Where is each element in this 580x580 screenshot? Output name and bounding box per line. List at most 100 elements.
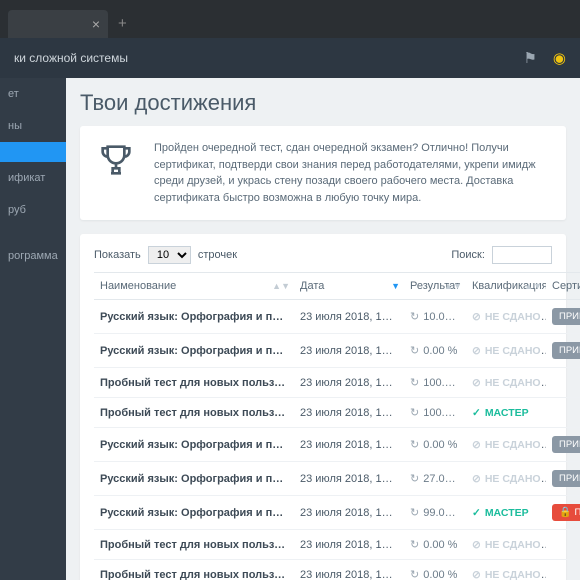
cell-cert: ПРИМЕН — [546, 300, 580, 334]
sort-icon: ▲▼ — [272, 281, 290, 291]
forbid-icon: ⊘ — [472, 345, 481, 357]
cell-qual: ⊘НЕ СДАНО — [466, 300, 546, 334]
apply-button[interactable]: ПРИМЕН — [552, 308, 580, 325]
cell-cert — [546, 560, 580, 580]
forbid-icon: ⊘ — [472, 473, 481, 485]
sidebar-item-4[interactable]: руб — [0, 194, 66, 226]
sidebar-item-5[interactable]: рограмма — [0, 240, 66, 272]
sidebar-item-2[interactable] — [0, 142, 66, 162]
sidebar-item-3[interactable]: ификат — [0, 162, 66, 194]
cell-cert — [546, 368, 580, 398]
table-row: Русский язык: Орфография и пунктуация23 … — [94, 428, 580, 462]
apply-button[interactable]: ПРИМЕН — [552, 342, 580, 359]
cell-result: ↻0.00 % — [404, 428, 466, 462]
sidebar-item-1[interactable]: ны — [0, 110, 66, 142]
cell-date: 23 июля 2018, 10:56 — [294, 560, 404, 580]
cell-result: ↻100.00 % — [404, 398, 466, 428]
cell-date: 23 июля 2018, 19:30 — [294, 300, 404, 334]
table-row: Русский язык: Орфография и пунктуация23 … — [94, 496, 580, 530]
cell-result: ↻99.00 % — [404, 496, 466, 530]
cell-qual: ✓МАСТЕР — [466, 496, 546, 530]
clock-icon: ↻ — [410, 377, 419, 389]
cell-cert: ПРИМЕН — [546, 428, 580, 462]
col-header-date[interactable]: Дата▼ — [294, 273, 404, 300]
forbid-icon: ⊘ — [472, 569, 481, 580]
header-actions: ⚑ ◉ — [523, 49, 566, 67]
table-row: Русский язык: Орфография и пунктуация23 … — [94, 334, 580, 368]
check-icon: ✓ — [472, 507, 481, 519]
sort-icon: ▲▼ — [444, 281, 462, 291]
table-row: Пробный тест для новых пользователей23 и… — [94, 368, 580, 398]
forbid-icon: ⊘ — [472, 311, 481, 323]
clock-icon: ↻ — [410, 311, 419, 323]
cell-date: 23 июля 2018, 19:02 — [294, 462, 404, 496]
cell-qual: ⊘НЕ СДАНО — [466, 334, 546, 368]
table-row: Русский язык: Орфография и пунктуация23 … — [94, 462, 580, 496]
sort-icon: ▼ — [391, 281, 400, 291]
cell-name: Русский язык: Орфография и пунктуация — [94, 496, 294, 530]
clock-icon: ↻ — [410, 345, 419, 357]
apply-button[interactable]: ПРИМЕН — [552, 436, 580, 453]
browser-tab-strip: × + — [0, 0, 580, 38]
sort-icon: ▲▼ — [524, 281, 542, 291]
rows-select[interactable]: 10 — [148, 246, 191, 264]
cell-qual: ⊘НЕ СДАНО — [466, 368, 546, 398]
intro-text: Пройден очередной тест, сдан очередной э… — [154, 140, 550, 206]
cell-date: 23 июля 2018, 19:29 — [294, 334, 404, 368]
cell-date: 23 июля 2018, 19:28 — [294, 398, 404, 428]
sidebar: ет ны ификат руб рограмма — [0, 38, 66, 580]
show-label-pre: Показать — [94, 249, 141, 261]
cell-qual: ⊘НЕ СДАНО — [466, 428, 546, 462]
get-cert-button[interactable]: 🔒ПОЛУЧ — [552, 504, 580, 521]
cell-result: ↻100.00 % — [404, 368, 466, 398]
cell-name: Пробный тест для новых пользователей — [94, 368, 294, 398]
table-row: Пробный тест для новых пользователей23 и… — [94, 530, 580, 560]
cell-qual: ⊘НЕ СДАНО — [466, 530, 546, 560]
new-tab-button[interactable]: + — [118, 15, 127, 32]
search-input[interactable] — [492, 246, 552, 264]
apply-button[interactable]: ПРИМЕН — [552, 470, 580, 487]
cell-date: 23 июля 2018, 18:52 — [294, 496, 404, 530]
cell-cert — [546, 398, 580, 428]
close-icon[interactable]: × — [92, 16, 100, 32]
main-content: Твои достижения Пройден очередной тест, … — [66, 38, 580, 580]
col-header-result[interactable]: Результат▲▼ — [404, 273, 466, 300]
show-label-post: строчек — [198, 249, 237, 261]
cell-result: ↻10.00 % — [404, 300, 466, 334]
clock-icon: ↻ — [410, 407, 419, 419]
cell-name: Русский язык: Орфография и пунктуация — [94, 300, 294, 334]
col-header-name[interactable]: Наименование▲▼ — [94, 273, 294, 300]
lock-icon: 🔒 — [559, 507, 571, 518]
cell-result: ↻0.00 % — [404, 530, 466, 560]
clock-icon: ↻ — [410, 473, 419, 485]
lightbulb-icon[interactable]: ◉ — [553, 49, 566, 67]
clock-icon: ↻ — [410, 507, 419, 519]
cell-cert: 🔒ПОЛУЧ — [546, 496, 580, 530]
forbid-icon: ⊘ — [472, 377, 481, 389]
cell-qual: ⊘НЕ СДАНО — [466, 560, 546, 580]
cell-name: Русский язык: Орфография и пунктуация — [94, 462, 294, 496]
cell-date: 23 июля 2018, 19:29 — [294, 368, 404, 398]
cell-cert — [546, 530, 580, 560]
trophy-icon — [96, 140, 136, 206]
flag-icon[interactable]: ⚑ — [523, 49, 536, 67]
cell-name: Русский язык: Орфография и пунктуация — [94, 428, 294, 462]
col-header-cert[interactable]: Сертификат — [546, 273, 580, 300]
results-table: Наименование▲▼ Дата▼ Результат▲▼ Квалифи… — [94, 272, 580, 580]
cell-result: ↻0.00 % — [404, 334, 466, 368]
cell-date: 23 июля 2018, 19:17 — [294, 428, 404, 462]
col-header-qual[interactable]: Квалификация▲▼ — [466, 273, 546, 300]
forbid-icon: ⊘ — [472, 539, 481, 551]
browser-tab[interactable]: × — [8, 10, 108, 38]
search-label: Поиск: — [451, 249, 485, 261]
page-title: Твои достижения — [80, 90, 566, 116]
cell-name: Пробный тест для новых пользователей — [94, 530, 294, 560]
app-header: ки сложной системы ⚑ ◉ — [0, 38, 580, 78]
check-icon: ✓ — [472, 407, 481, 419]
cell-result: ↻0.00 % — [404, 560, 466, 580]
table-row: Пробный тест для новых пользователей23 и… — [94, 560, 580, 580]
sidebar-item-0[interactable]: ет — [0, 78, 66, 110]
intro-card: Пройден очередной тест, сдан очередной э… — [80, 126, 566, 220]
cell-result: ↻27.00 % — [404, 462, 466, 496]
cell-name: Русский язык: Орфография и пунктуация — [94, 334, 294, 368]
